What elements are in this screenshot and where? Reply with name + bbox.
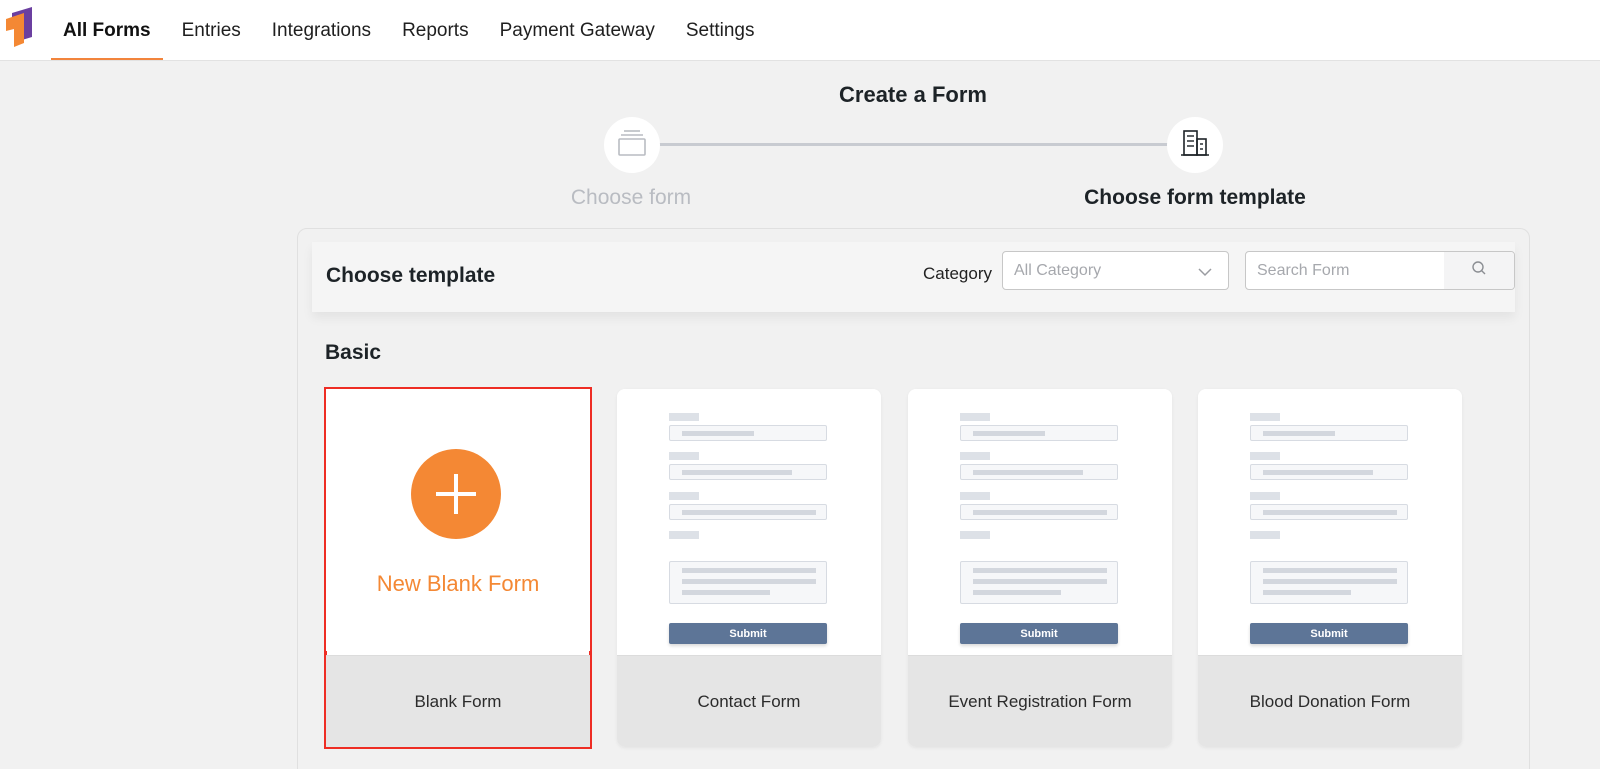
nav-all-forms[interactable]: All Forms bbox=[51, 0, 163, 61]
preview-submit-button: Submit bbox=[669, 623, 827, 644]
template-card-contact-form[interactable]: Submit Contact Form bbox=[617, 389, 881, 747]
template-card-blank-form[interactable]: New Blank Form Blank Form bbox=[324, 387, 592, 749]
card-title: Blood Donation Form bbox=[1198, 655, 1462, 747]
step-choose-form-template[interactable] bbox=[1167, 117, 1223, 173]
section-title-basic: Basic bbox=[325, 341, 382, 364]
step-label-choose-form-template: Choose form template bbox=[1084, 186, 1306, 209]
nav-integrations[interactable]: Integrations bbox=[260, 0, 383, 61]
search-icon bbox=[1471, 260, 1487, 281]
search-form-box bbox=[1245, 251, 1515, 290]
card-title: Blank Form bbox=[326, 655, 590, 747]
stepper-connector-line bbox=[658, 143, 1172, 146]
category-label: Category bbox=[923, 264, 992, 283]
step-label-choose-form: Choose form bbox=[570, 186, 692, 209]
preview-submit-button: Submit bbox=[1250, 623, 1408, 644]
stack-icon bbox=[617, 129, 647, 162]
panel-title: Choose template bbox=[326, 264, 496, 287]
app-logo-icon[interactable] bbox=[4, 7, 34, 49]
card-preview: Submit bbox=[617, 389, 881, 651]
new-blank-form-label: New Blank Form bbox=[376, 571, 540, 596]
chevron-down-icon bbox=[1198, 264, 1212, 282]
template-panel-header: Choose template Category All Category bbox=[312, 242, 1515, 312]
nav-settings[interactable]: Settings bbox=[674, 0, 767, 61]
template-card-blood-donation-form[interactable]: Submit Blood Donation Form bbox=[1198, 389, 1462, 747]
card-preview: New Blank Form bbox=[326, 389, 590, 651]
card-title: Event Registration Form bbox=[908, 655, 1172, 747]
form-preview-thumbnail: Submit bbox=[1250, 413, 1408, 644]
step-choose-form[interactable] bbox=[604, 117, 660, 173]
building-icon bbox=[1180, 128, 1210, 163]
card-preview: Submit bbox=[1198, 389, 1462, 651]
card-preview: Submit bbox=[908, 389, 1172, 651]
nav-entries[interactable]: Entries bbox=[170, 0, 253, 61]
card-title: Contact Form bbox=[617, 655, 881, 747]
preview-submit-button: Submit bbox=[960, 623, 1118, 644]
template-card-event-registration-form[interactable]: Submit Event Registration Form bbox=[908, 389, 1172, 747]
plus-icon bbox=[411, 449, 501, 539]
search-button[interactable] bbox=[1444, 252, 1514, 289]
form-preview-thumbnail: Submit bbox=[960, 413, 1118, 644]
nav-reports[interactable]: Reports bbox=[390, 0, 481, 61]
search-form-input[interactable] bbox=[1246, 252, 1446, 289]
category-select-value: All Category bbox=[1014, 262, 1102, 279]
page-title: Create a Form bbox=[839, 82, 987, 107]
top-navigation-bar: All Forms Entries Integrations Reports P… bbox=[0, 0, 1600, 61]
main-nav: All Forms Entries Integrations Reports P… bbox=[51, 0, 774, 61]
form-preview-thumbnail: Submit bbox=[669, 413, 827, 644]
category-select[interactable]: All Category bbox=[1002, 251, 1229, 290]
nav-payment-gateway[interactable]: Payment Gateway bbox=[488, 0, 667, 61]
